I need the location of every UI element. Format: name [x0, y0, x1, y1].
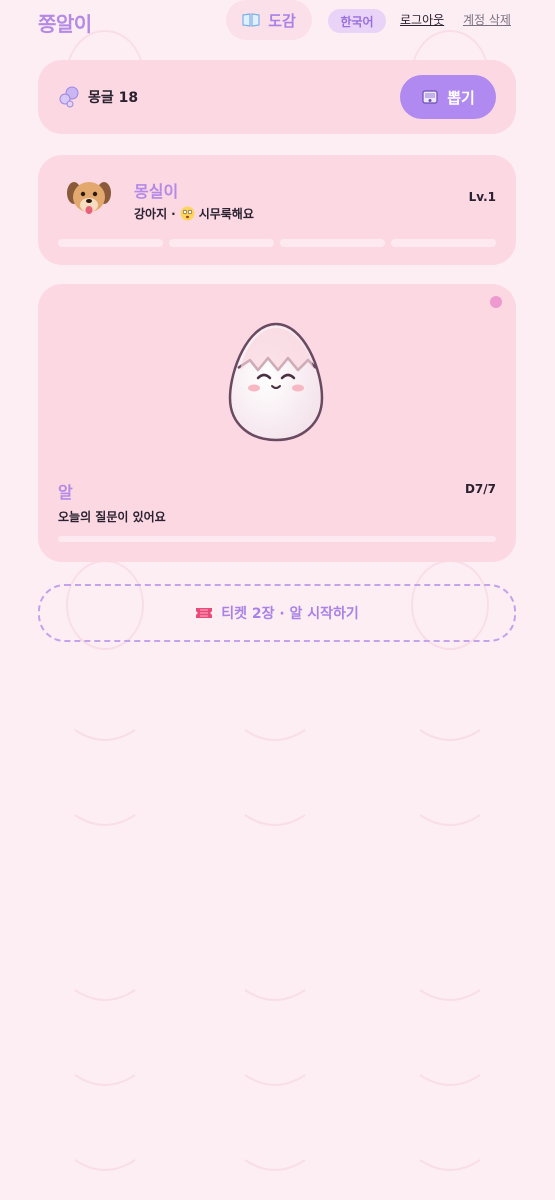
- stat-bar: [391, 239, 496, 247]
- pet-card[interactable]: 몽실이 강아지 · 시무룩해요 Lv.1: [38, 155, 516, 265]
- egg-day-counter: D7/7: [464, 482, 496, 496]
- language-button[interactable]: 한국어: [328, 9, 386, 33]
- egg-name: 알: [58, 483, 73, 502]
- pet-species: 강아지: [134, 207, 168, 221]
- start-egg-ticket-button[interactable]: 티켓 2장 · 알 시작하기: [38, 584, 516, 642]
- draw-button[interactable]: 뽑기: [400, 75, 496, 119]
- dog-avatar: [67, 182, 111, 214]
- gacha-machine-icon: [422, 90, 438, 104]
- pet-name: 몽실이: [134, 182, 179, 201]
- egg-card[interactable]: 알 D7/7 오늘의 질문이 있어요: [38, 284, 516, 562]
- pet-stat-bars: [58, 239, 496, 247]
- egg-progress-bar: [58, 536, 496, 542]
- sad-face-icon: [180, 206, 195, 221]
- stat-bar: [58, 239, 163, 247]
- dex-button[interactable]: 도감: [226, 0, 312, 40]
- separator: ·: [171, 206, 176, 221]
- delete-account-link[interactable]: 계정 삭제: [463, 11, 511, 28]
- draw-button-label: 뽑기: [447, 88, 475, 107]
- book-icon: [242, 13, 260, 27]
- pet-description: 강아지 · 시무룩해요: [134, 205, 254, 222]
- stat-bar: [169, 239, 274, 247]
- ticket-button-label: 티켓 2장 · 알 시작하기: [221, 606, 359, 622]
- pet-level: Lv.1: [468, 190, 496, 204]
- bubble-icon: [59, 86, 79, 108]
- egg-question-message: 오늘의 질문이 있어요: [58, 510, 166, 524]
- hatching-egg-illustration: [228, 322, 324, 442]
- dex-label: 도감: [268, 11, 296, 30]
- currency-amount: 몽글 18: [88, 90, 139, 106]
- currency-card: 몽글 18 뽑기: [38, 60, 516, 134]
- stat-bar: [280, 239, 385, 247]
- app-title: 쫑알이: [38, 12, 92, 36]
- logout-link[interactable]: 로그아웃: [400, 11, 444, 28]
- ticket-icon: [196, 608, 213, 618]
- notification-dot: [490, 296, 502, 308]
- pet-mood: 시무룩해요: [198, 207, 254, 221]
